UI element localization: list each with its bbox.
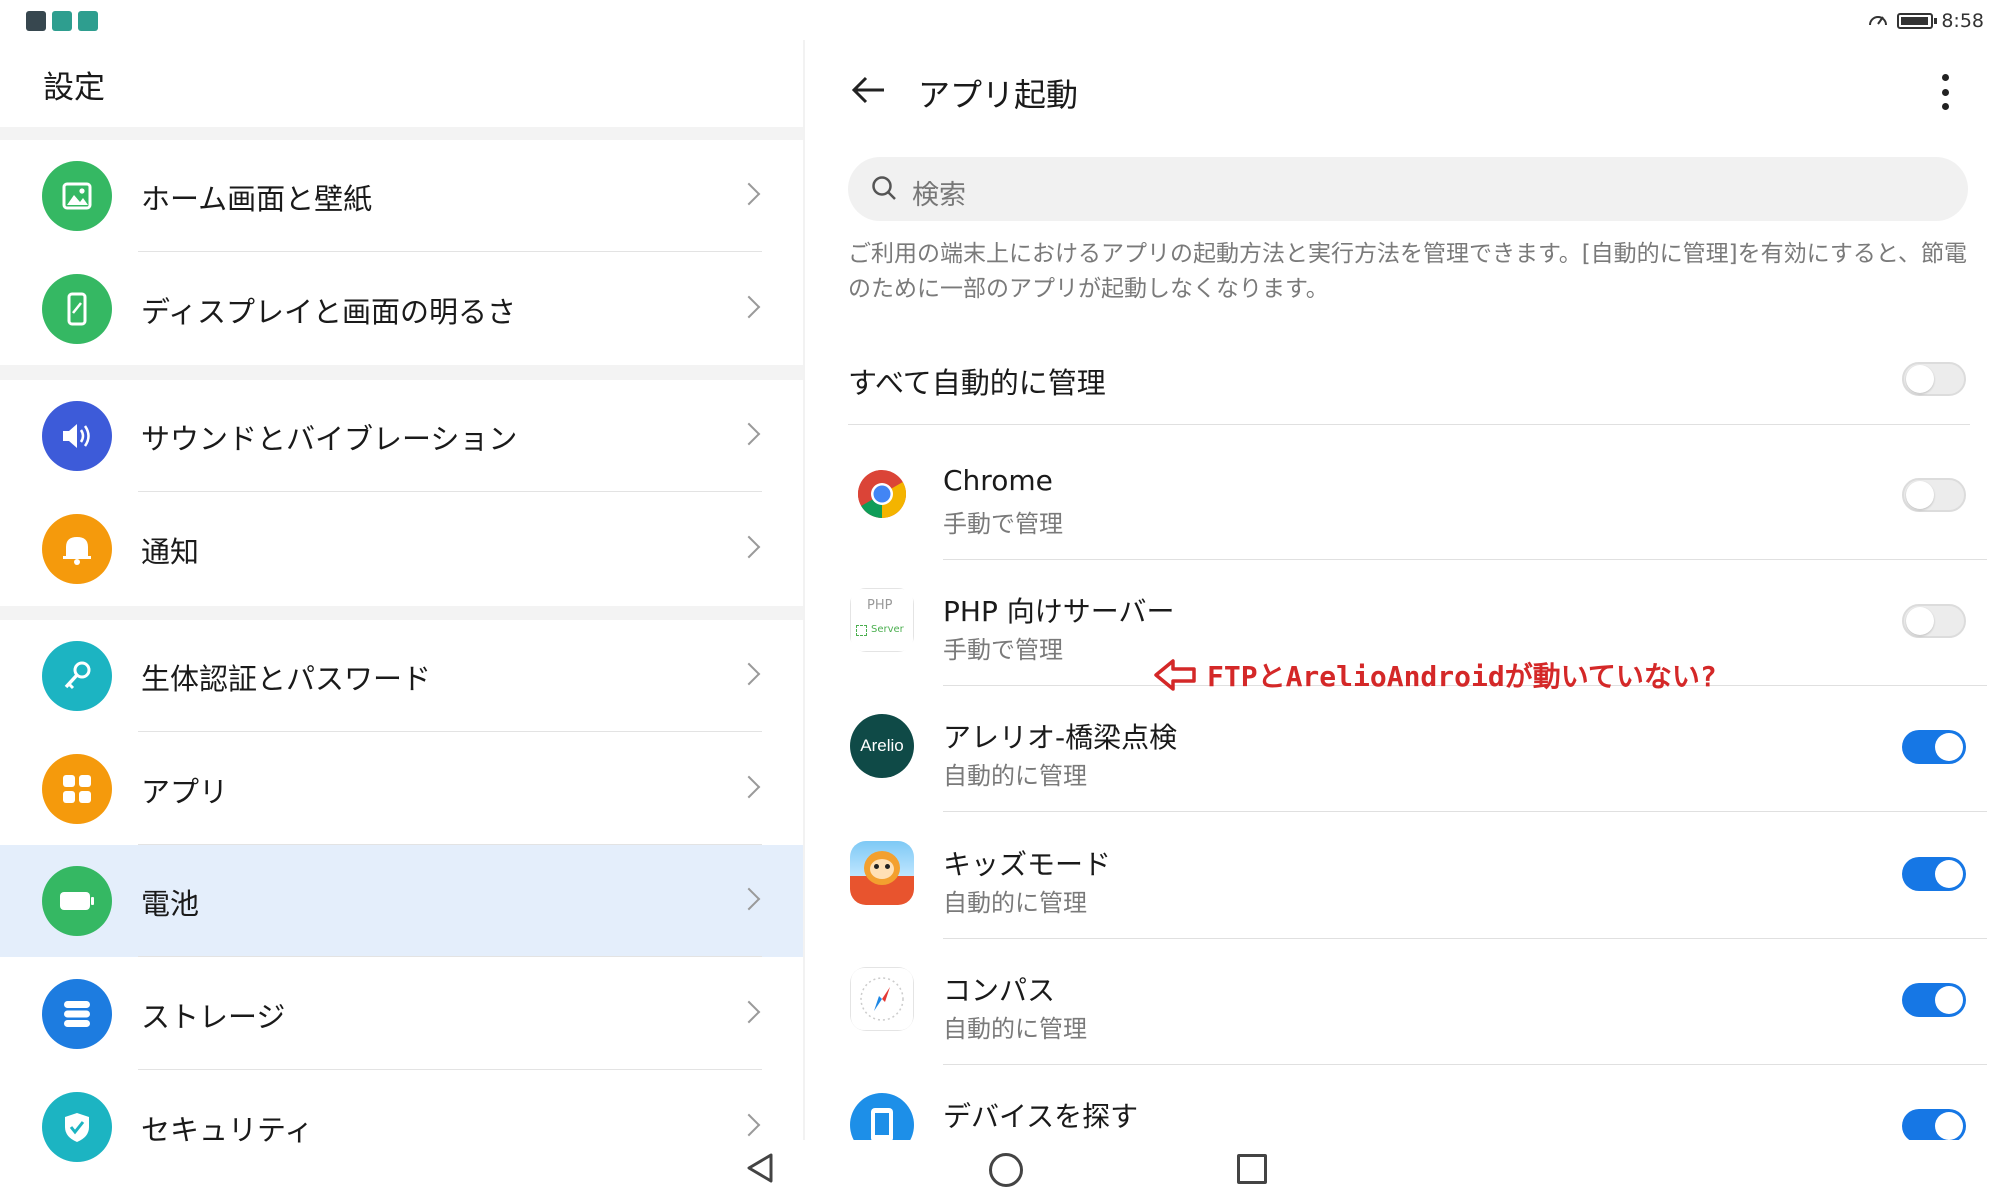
settings-item-speaker[interactable]: サウンドとバイブレーション — [0, 380, 803, 492]
notification-icons — [26, 11, 98, 31]
compass-icon — [850, 967, 914, 1031]
app-name: コンパス — [943, 974, 1056, 1007]
settings-item-label: ディスプレイと画面の明るさ — [141, 295, 516, 329]
chevron-right-icon — [737, 1113, 761, 1137]
settings-item-label: アプリ — [141, 775, 229, 809]
settings-item-image[interactable]: ホーム画面と壁紙 — [0, 140, 803, 252]
chevron-right-icon — [737, 422, 761, 446]
settings-item-bell[interactable]: 通知 — [0, 493, 803, 605]
app-name: Chrome — [943, 464, 1053, 497]
settings-item-label: 生体認証とパスワード — [141, 662, 432, 696]
app-row[interactable]: Chrome 手動で管理 — [805, 434, 2000, 560]
settings-item-label: ストレージ — [141, 1000, 286, 1034]
kids-mode-icon — [850, 841, 914, 905]
row-divider — [138, 731, 762, 732]
find-device-icon — [850, 1093, 914, 1140]
row-divider — [138, 251, 762, 252]
key-icon — [42, 641, 112, 711]
search-placeholder: 検索 — [912, 180, 966, 211]
chevron-right-icon — [737, 887, 761, 911]
auto-manage-toggle[interactable] — [1902, 857, 1966, 891]
description-text: ご利用の端末上におけるアプリの起動方法と実行方法を管理できます。[自動的に管理]… — [848, 241, 1967, 302]
app-management-status: 自動的に管理 — [943, 1015, 1087, 1043]
clock: 8:58 — [1941, 10, 1984, 32]
settings-list-pane: 設定 ホーム画面と壁紙ディスプレイと画面の明るさ サウンドとバイブレーション 通知生… — [0, 40, 803, 1162]
page-title: 設定 — [43, 70, 105, 106]
manage-all-label: すべて自動的に管理 — [848, 366, 1106, 400]
auto-manage-toggle[interactable] — [1902, 604, 1966, 638]
settings-item-key[interactable]: 生体認証とパスワード — [0, 620, 803, 732]
phone-brightness-icon — [42, 274, 112, 344]
nav-back-icon[interactable] — [745, 1152, 775, 1184]
manage-all-toggle[interactable] — [1902, 362, 1966, 396]
auto-manage-toggle[interactable] — [1902, 983, 1966, 1017]
divider — [848, 424, 1970, 425]
app-row[interactable]: キッズモード自動的に管理 — [805, 813, 2000, 939]
chevron-right-icon — [737, 1000, 761, 1024]
auto-manage-toggle[interactable] — [1902, 1109, 1966, 1140]
php-server-icon: PHP Server — [850, 588, 914, 652]
search-input[interactable]: 検索 — [848, 157, 1968, 221]
app-management-status: 自動的に管理 — [943, 762, 1087, 790]
search-icon — [872, 176, 896, 200]
auto-manage-toggle[interactable] — [1902, 730, 1966, 764]
chevron-right-icon — [737, 295, 761, 319]
group-separator — [0, 365, 803, 380]
group-separator — [0, 606, 803, 620]
more-options-icon[interactable] — [1940, 74, 1950, 110]
annotation-text: FTPとArelioAndroidが動いていない? — [1207, 660, 1717, 693]
app-management-status: 自動的に管理 — [943, 889, 1087, 917]
android-icon — [78, 11, 98, 31]
battery-indicator — [1897, 13, 1938, 29]
row-divider — [943, 811, 1987, 812]
row-divider — [138, 1069, 762, 1070]
chevron-right-icon — [737, 775, 761, 799]
chevron-right-icon — [737, 182, 761, 206]
image-icon — [42, 161, 112, 231]
settings-item-storage[interactable]: ストレージ — [0, 958, 803, 1070]
speaker-icon — [42, 401, 112, 471]
back-arrow-icon[interactable] — [848, 70, 888, 110]
annotation-callout: FTPとArelioAndroidが動いていない? — [1153, 655, 1717, 695]
storage-icon — [42, 979, 112, 1049]
group-separator — [0, 127, 803, 140]
app-name: キッズモード — [943, 848, 1112, 881]
arrow-left-icon — [1154, 659, 1196, 691]
app-row[interactable]: デバイスを探す自動的に管理 — [805, 1065, 2000, 1140]
chevron-right-icon — [737, 535, 761, 559]
status-bar: 8:58 — [0, 0, 2000, 40]
android-icon — [52, 11, 72, 31]
app-row[interactable]: コンパス自動的に管理 — [805, 939, 2000, 1065]
settings-item-label: サウンドとバイブレーション — [141, 422, 518, 456]
bell-icon — [42, 514, 112, 584]
row-divider — [138, 491, 762, 492]
arelio-icon: Arelio — [850, 714, 914, 778]
sim-icon — [26, 11, 46, 31]
apps-grid-icon — [42, 754, 112, 824]
settings-item-label: ホーム画面と壁紙 — [141, 182, 373, 216]
battery-icon — [42, 866, 112, 936]
app-management-status: 手動で管理 — [943, 636, 1063, 664]
row-divider — [138, 956, 762, 957]
speed-icon — [1869, 16, 1888, 26]
page-title: アプリ起動 — [918, 76, 1079, 114]
chevron-right-icon — [737, 662, 761, 686]
nav-home-icon[interactable] — [989, 1153, 1023, 1187]
nav-recent-apps-icon[interactable] — [1237, 1154, 1267, 1184]
app-name: デバイスを探す — [943, 1100, 1139, 1133]
chrome-icon — [850, 462, 914, 526]
navigation-bar — [0, 1140, 2000, 1200]
settings-item-battery[interactable]: 電池 — [0, 845, 803, 957]
settings-item-label: 電池 — [141, 887, 200, 921]
app-row[interactable]: Arelio アレリオ-橋梁点検自動的に管理 — [805, 686, 2000, 812]
auto-manage-toggle[interactable] — [1902, 478, 1966, 512]
settings-item-phone-brightness[interactable]: ディスプレイと画面の明るさ — [0, 253, 803, 365]
app-name: アレリオ-橋梁点検 — [943, 721, 1178, 754]
app-launch-pane: アプリ起動 検索 ご利用の端末上におけるアプリの起動方法と実行方法を管理できます… — [805, 40, 2000, 1140]
app-management-status: 手動で管理 — [943, 510, 1063, 538]
settings-item-apps-grid[interactable]: アプリ — [0, 733, 803, 845]
app-name: PHP 向けサーバー — [943, 595, 1175, 628]
settings-item-label: 通知 — [141, 535, 200, 569]
